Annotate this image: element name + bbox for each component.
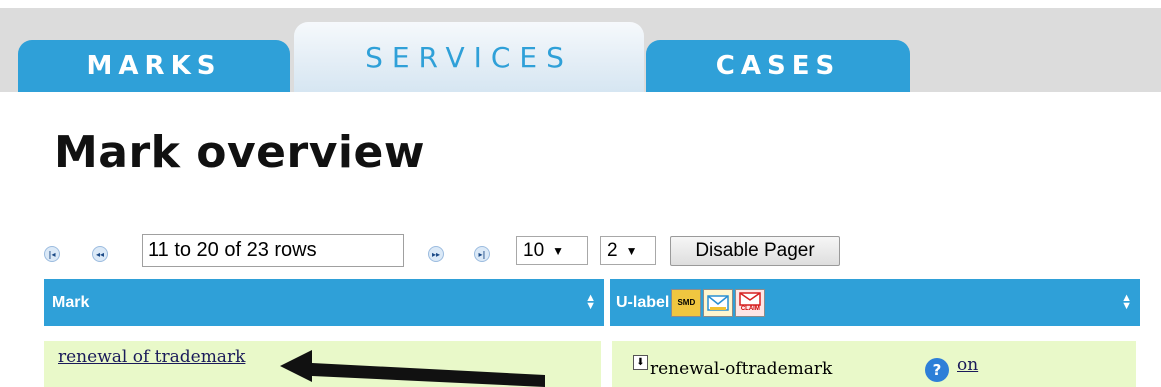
mark-link[interactable]: renewal of trademark [58,347,245,367]
smd-badge-icon: SMD [671,288,702,317]
tab-services[interactable]: SERVICES [294,22,644,92]
table-header: Mark ▲ ▼ U-label SMD CLAIM ▲ ▼ [44,279,1140,326]
sort-icon[interactable]: ▲ ▼ [1121,293,1132,312]
claim-label: CLAIM [740,306,760,312]
download-icon[interactable]: ⬇ [633,355,648,370]
tab-marks[interactable]: MARKS [18,40,290,92]
disable-pager-button[interactable]: Disable Pager [670,236,840,266]
status-link[interactable]: on [957,355,978,375]
page-number-select[interactable]: 2 ▼ [600,236,656,265]
ulabel-value: renewal-oftrademark [650,359,833,379]
next-page-icon[interactable]: ▸▸ [428,246,444,262]
page-title: Mark overview [54,127,425,178]
pager-toolbar: |◂ ◂◂ ▸▸ ▸| 10 ▼ 2 ▼ Disable Pager [40,233,860,269]
column-header-ulabel[interactable]: U-label SMD CLAIM ▲ ▼ [610,279,1140,326]
claim-mail-icon: CLAIM [735,288,766,317]
chevron-down-icon: ▼ [625,243,638,258]
tab-cases[interactable]: CASES [646,40,910,92]
mail-icon [703,288,734,317]
main-tabs: MARKS SERVICES CASES [0,0,1161,92]
page-number-value: 2 [607,239,618,261]
last-page-icon[interactable]: ▸| [474,246,490,262]
help-icon[interactable]: ? [925,358,949,382]
page-size-value: 10 [523,239,545,261]
column-header-label: U-label [616,293,670,311]
page-info-field[interactable] [142,234,404,267]
page-size-select[interactable]: 10 ▼ [516,236,588,265]
chevron-down-icon: ▼ [552,243,565,258]
sort-icon[interactable]: ▲ ▼ [585,293,596,312]
column-header-label: Mark [52,293,90,311]
prev-page-icon[interactable]: ◂◂ [92,246,108,262]
first-page-icon[interactable]: |◂ [44,246,60,262]
column-header-mark[interactable]: Mark ▲ ▼ [44,279,604,326]
